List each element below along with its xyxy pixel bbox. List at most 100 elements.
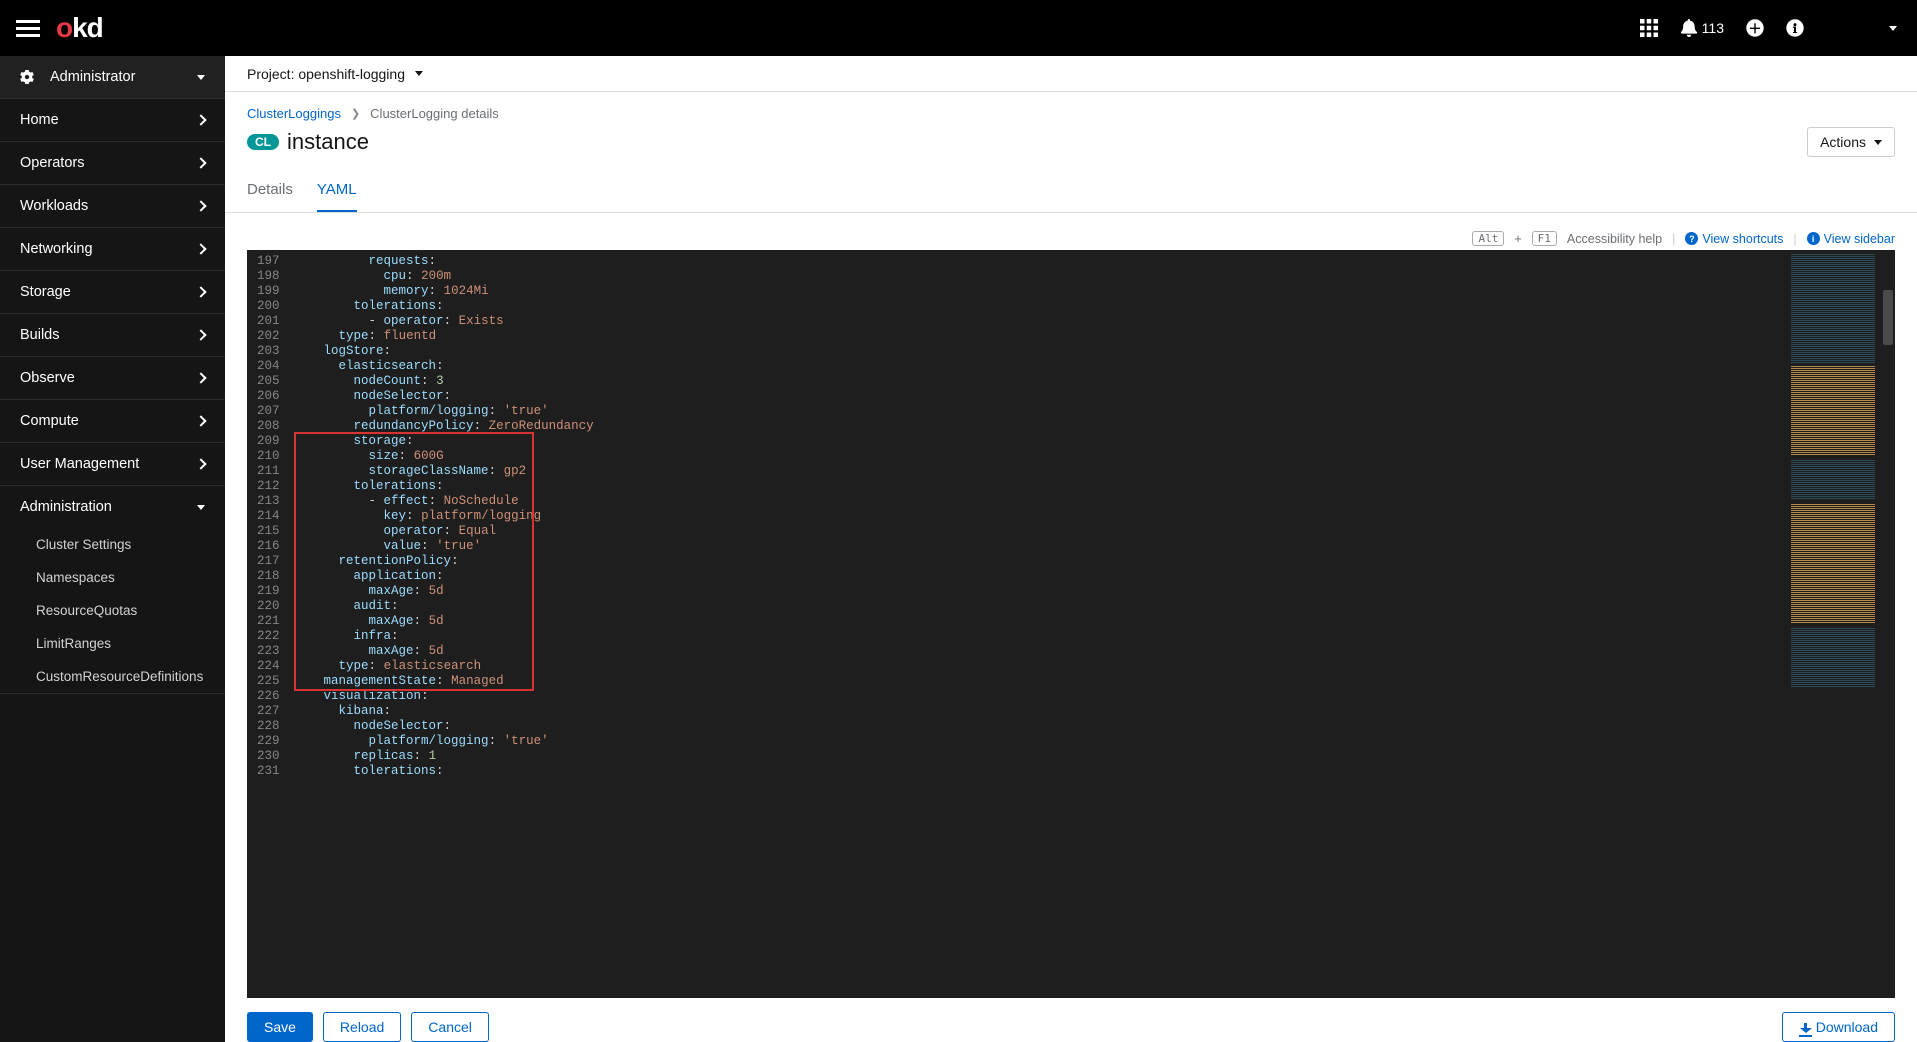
code-line[interactable]: elasticsearch:	[294, 359, 1785, 374]
help-icon[interactable]	[1786, 19, 1804, 37]
logo-part1: o	[56, 12, 72, 43]
code-line[interactable]: replicas: 1	[294, 749, 1785, 764]
code-line[interactable]: platform/logging: 'true'	[294, 404, 1785, 419]
resource-badge: CL	[247, 134, 279, 150]
tab-yaml[interactable]: YAML	[317, 171, 357, 212]
code-line[interactable]: maxAge: 5d	[294, 644, 1785, 659]
reload-button[interactable]: Reload	[323, 1012, 401, 1042]
project-selector[interactable]: Project: openshift-logging	[225, 56, 1917, 92]
code-line[interactable]: logStore:	[294, 344, 1785, 359]
code-line[interactable]: kibana:	[294, 704, 1785, 719]
cancel-button[interactable]: Cancel	[411, 1012, 489, 1042]
code-line[interactable]: value: 'true'	[294, 539, 1785, 554]
hamburger-icon[interactable]	[16, 16, 40, 40]
code-line[interactable]: nodeCount: 3	[294, 374, 1785, 389]
logo[interactable]: okd	[56, 12, 103, 44]
code-line[interactable]: cpu: 200m	[294, 269, 1785, 284]
sidebar-subitem-customresourcedefinitions[interactable]: CustomResourceDefinitions	[0, 660, 225, 693]
sidebar-subitem-limitranges[interactable]: LimitRanges	[0, 627, 225, 660]
perspective-switcher[interactable]: Administrator	[0, 56, 225, 98]
sidebar-item-operators[interactable]: Operators	[0, 142, 225, 184]
code-line[interactable]: key: platform/logging	[294, 509, 1785, 524]
gear-icon	[20, 70, 34, 84]
actions-menu-button[interactable]: Actions	[1807, 127, 1895, 157]
resource-name: instance	[287, 129, 369, 155]
kbd-plus: +	[1514, 232, 1521, 246]
code-line[interactable]: tolerations:	[294, 764, 1785, 779]
sidebar-item-observe[interactable]: Observe	[0, 357, 225, 399]
code-line[interactable]: - effect: NoSchedule	[294, 494, 1785, 509]
sidebar-item-label: Operators	[20, 155, 84, 171]
yaml-editor[interactable]: 1971981992002012022032042052062072082092…	[247, 250, 1895, 998]
scrollbar-thumb[interactable]	[1883, 290, 1893, 345]
code-line[interactable]: storage:	[294, 434, 1785, 449]
sidebar-subitem-cluster-settings[interactable]: Cluster Settings	[0, 528, 225, 561]
code-line[interactable]: retentionPolicy:	[294, 554, 1785, 569]
project-label: Project:	[247, 66, 294, 82]
breadcrumb: ClusterLoggings ❯ ClusterLogging details	[247, 106, 1895, 121]
bell-icon	[1680, 19, 1698, 37]
sidebar-item-label: Compute	[20, 413, 79, 429]
chevron-right-icon	[195, 372, 206, 383]
tab-details[interactable]: Details	[247, 171, 293, 212]
chevron-right-icon	[195, 157, 206, 168]
code-line[interactable]: platform/logging: 'true'	[294, 734, 1785, 749]
sidebar-item-label: Administration	[20, 499, 112, 515]
save-button[interactable]: Save	[247, 1012, 313, 1042]
sidebar-subitem-resourcequotas[interactable]: ResourceQuotas	[0, 594, 225, 627]
code-line[interactable]: tolerations:	[294, 299, 1785, 314]
view-shortcuts-link[interactable]: ?View shortcuts	[1685, 232, 1783, 246]
editor-scrollbar[interactable]	[1881, 250, 1895, 998]
sidebar-item-workloads[interactable]: Workloads	[0, 185, 225, 227]
code-line[interactable]: managementState: Managed	[294, 674, 1785, 689]
code-line[interactable]: requests:	[294, 254, 1785, 269]
sidebar-item-label: Storage	[20, 284, 71, 300]
sidebar-item-builds[interactable]: Builds	[0, 314, 225, 356]
download-button[interactable]: Download	[1782, 1012, 1895, 1042]
apps-grid-icon[interactable]	[1640, 19, 1658, 37]
sidebar-item-user-management[interactable]: User Management	[0, 443, 225, 485]
code-line[interactable]: tolerations:	[294, 479, 1785, 494]
tabs: Details YAML	[225, 171, 1917, 213]
sidebar-item-label: User Management	[20, 456, 139, 472]
code-content[interactable]: requests: cpu: 200m memory: 1024Mi toler…	[294, 250, 1785, 998]
chevron-right-icon	[195, 243, 206, 254]
line-gutter: 1971981992002012022032042052062072082092…	[247, 250, 294, 998]
view-sidebar-link[interactable]: iView sidebar	[1807, 232, 1895, 246]
code-line[interactable]: memory: 1024Mi	[294, 284, 1785, 299]
sidebar-item-networking[interactable]: Networking	[0, 228, 225, 270]
breadcrumb-link[interactable]: ClusterLoggings	[247, 106, 341, 121]
caret-down-icon	[415, 71, 423, 76]
code-line[interactable]: size: 600G	[294, 449, 1785, 464]
sidebar-item-home[interactable]: Home	[0, 99, 225, 141]
code-line[interactable]: maxAge: 5d	[294, 584, 1785, 599]
add-icon[interactable]	[1746, 19, 1764, 37]
code-line[interactable]: nodeSelector:	[294, 389, 1785, 404]
chevron-right-icon	[195, 286, 206, 297]
code-line[interactable]: nodeSelector:	[294, 719, 1785, 734]
code-line[interactable]: type: elasticsearch	[294, 659, 1785, 674]
sidebar-item-administration[interactable]: Administration	[0, 486, 225, 528]
code-line[interactable]: application:	[294, 569, 1785, 584]
code-line[interactable]: redundancyPolicy: ZeroRedundancy	[294, 419, 1785, 434]
sidebar-item-storage[interactable]: Storage	[0, 271, 225, 313]
code-line[interactable]: type: fluentd	[294, 329, 1785, 344]
main-content: Project: openshift-logging ClusterLoggin…	[225, 56, 1917, 1042]
user-menu[interactable]	[1826, 16, 1901, 40]
chevron-right-icon	[195, 329, 206, 340]
sidebar-item-label: Networking	[20, 241, 93, 257]
code-line[interactable]: operator: Equal	[294, 524, 1785, 539]
project-value: openshift-logging	[298, 66, 405, 82]
code-line[interactable]: audit:	[294, 599, 1785, 614]
caret-down-icon	[197, 75, 205, 80]
minimap[interactable]	[1785, 250, 1881, 998]
code-line[interactable]: visualization:	[294, 689, 1785, 704]
sidebar-subitem-namespaces[interactable]: Namespaces	[0, 561, 225, 594]
code-line[interactable]: storageClassName: gp2	[294, 464, 1785, 479]
code-line[interactable]: - operator: Exists	[294, 314, 1785, 329]
notifications-button[interactable]: 113	[1680, 19, 1724, 37]
sidebar: Administrator Home Operators Workloads Netw…	[0, 56, 225, 1042]
code-line[interactable]: infra:	[294, 629, 1785, 644]
sidebar-item-compute[interactable]: Compute	[0, 400, 225, 442]
code-line[interactable]: maxAge: 5d	[294, 614, 1785, 629]
